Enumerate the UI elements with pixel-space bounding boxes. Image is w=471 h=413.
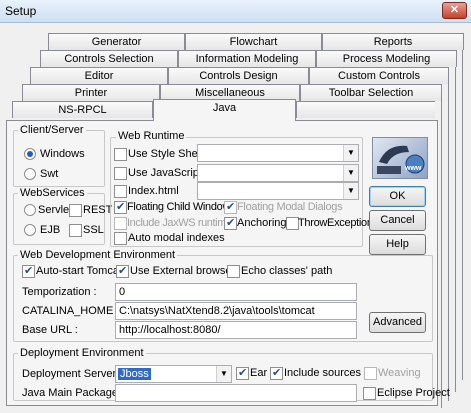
chevron-down-icon[interactable]: ▼ <box>216 366 231 382</box>
index-html-checkbox[interactable] <box>114 185 127 198</box>
ssl-checkbox[interactable] <box>69 224 82 237</box>
eclipse-project-label[interactable]: Eclipse Project <box>377 387 450 399</box>
java-main-package-input[interactable] <box>115 384 357 402</box>
catalina-home-input[interactable]: C:\natsys\NatXtend8.2\java\tools\tomcat <box>115 302 357 320</box>
deployment-title: Deployment Environment <box>18 347 146 359</box>
echo-classes-checkbox[interactable] <box>227 265 240 278</box>
ear-checkbox[interactable] <box>236 366 249 380</box>
chevron-down-icon[interactable]: ▼ <box>343 183 358 199</box>
temporization-label: Temporization : <box>22 286 97 298</box>
phone-globe-logo: www <box>372 137 428 179</box>
deployment-server-combo[interactable]: Jboss ▼ <box>115 365 232 383</box>
floating-modal-label: Floating Modal Dialogs <box>237 201 343 213</box>
help-button[interactable]: Help <box>369 234 426 255</box>
deployment-server-value: Jboss <box>118 368 151 380</box>
echo-classes-label[interactable]: Echo classes' path <box>241 265 332 277</box>
tab-printer[interactable]: Printer <box>22 84 160 101</box>
index-html-combo[interactable]: ▼ <box>197 182 359 200</box>
logo-text: www <box>405 165 422 172</box>
rest-label[interactable]: REST <box>83 204 112 216</box>
tab-controls-selection[interactable]: Controls Selection <box>40 50 178 67</box>
advanced-button[interactable]: Advanced <box>369 312 426 333</box>
use-javascript-checkbox[interactable] <box>114 167 127 180</box>
phone-icon <box>377 145 425 174</box>
tab-process-modeling[interactable]: Process Modeling <box>316 50 457 67</box>
floating-modal-checkbox[interactable] <box>224 200 237 214</box>
deployment-server-label: Deployment Server : <box>22 368 123 380</box>
tab-toolbar-selection[interactable]: Toolbar Selection <box>300 84 442 101</box>
auto-start-tomcat-checkbox[interactable] <box>22 264 35 278</box>
tab-information-modeling[interactable]: Information Modeling <box>178 50 316 67</box>
use-javascript-label[interactable]: Use JavaScript <box>128 167 202 179</box>
ear-label[interactable]: Ear <box>250 367 267 379</box>
anchoring-label[interactable]: Anchoring <box>237 217 287 229</box>
tab-reports[interactable]: Reports <box>322 33 464 50</box>
windows-radio[interactable] <box>24 148 36 160</box>
close-button[interactable]: ✕ <box>442 2 467 19</box>
java-main-package-label: Java Main Package : <box>22 387 125 399</box>
swt-label[interactable]: Swt <box>40 168 58 180</box>
chevron-down-icon[interactable]: ▼ <box>343 165 358 181</box>
javascript-combo[interactable]: ▼ <box>197 164 359 182</box>
ok-button[interactable]: OK <box>369 186 426 207</box>
swt-radio[interactable] <box>24 168 36 180</box>
anchoring-checkbox[interactable] <box>224 216 237 230</box>
base-url-label: Base URL : <box>22 324 78 336</box>
tab-empty <box>296 101 435 118</box>
window-title: Setup <box>5 4 37 18</box>
index-html-label[interactable]: Index.html <box>128 185 179 197</box>
ejb-radio[interactable] <box>24 224 36 236</box>
webservices-group <box>13 193 105 245</box>
include-sources-checkbox[interactable] <box>270 366 283 380</box>
auto-start-tomcat-label[interactable]: Auto-start Tomcat <box>36 265 122 277</box>
tab-controls-design[interactable]: Controls Design <box>168 67 309 84</box>
web-dev-title: Web Development Environment <box>18 249 178 261</box>
weaving-checkbox[interactable] <box>364 367 377 380</box>
tab-frame-edge <box>441 101 442 408</box>
include-sources-label[interactable]: Include sources <box>284 367 361 379</box>
tab-ns-rpcl[interactable]: NS-RPCL <box>12 101 153 118</box>
use-external-browser-label[interactable]: Use External browser <box>130 265 235 277</box>
throw-exception-label[interactable]: ThrowException <box>298 217 373 229</box>
style-sheet-combo[interactable]: ▼ <box>197 144 359 162</box>
include-jaxws-label: Include JaxWS runtime <box>127 217 232 229</box>
cancel-button[interactable]: Cancel <box>369 210 426 231</box>
tab-frame-edge <box>448 84 449 401</box>
servlet-radio[interactable] <box>24 204 36 216</box>
title-bar <box>0 0 471 23</box>
use-style-sheet-checkbox[interactable] <box>114 148 127 161</box>
weaving-label: Weaving <box>378 367 421 379</box>
tab-custom-controls[interactable]: Custom Controls <box>309 67 449 84</box>
tab-frame-edge <box>462 50 463 380</box>
client-server-title: Client/Server <box>18 124 86 136</box>
chevron-down-icon[interactable]: ▼ <box>343 145 358 161</box>
temporization-input[interactable]: 0 <box>115 283 357 301</box>
ejb-label[interactable]: EJB <box>40 224 60 236</box>
tab-java[interactable]: Java <box>153 99 296 121</box>
floating-child-label[interactable]: Floating Child Windows <box>127 201 236 213</box>
servlet-label[interactable]: Servlet <box>38 204 72 216</box>
base-url-input[interactable]: http://localhost:8080/ <box>115 321 357 339</box>
eclipse-project-checkbox[interactable] <box>363 387 376 400</box>
windows-label[interactable]: Windows <box>40 148 85 160</box>
webservices-title: WebServices <box>18 187 87 199</box>
tab-editor[interactable]: Editor <box>30 67 168 84</box>
web-runtime-title: Web Runtime <box>116 130 187 142</box>
use-external-browser-checkbox[interactable] <box>116 264 129 278</box>
auto-modal-checkbox[interactable] <box>114 232 127 245</box>
auto-modal-label[interactable]: Auto modal indexes <box>128 232 225 244</box>
ssl-label[interactable]: SSL <box>83 224 104 236</box>
include-jaxws-checkbox[interactable] <box>114 217 127 230</box>
use-style-sheet-label[interactable]: Use Style Sheet <box>128 148 207 160</box>
rest-checkbox[interactable] <box>69 204 82 217</box>
catalina-home-label: CATALINA_HOME : <box>22 305 120 317</box>
floating-child-checkbox[interactable] <box>114 200 127 214</box>
tab-generator[interactable]: Generator <box>48 33 185 50</box>
tab-frame-edge <box>455 67 456 392</box>
tab-flowchart[interactable]: Flowchart <box>185 33 322 50</box>
